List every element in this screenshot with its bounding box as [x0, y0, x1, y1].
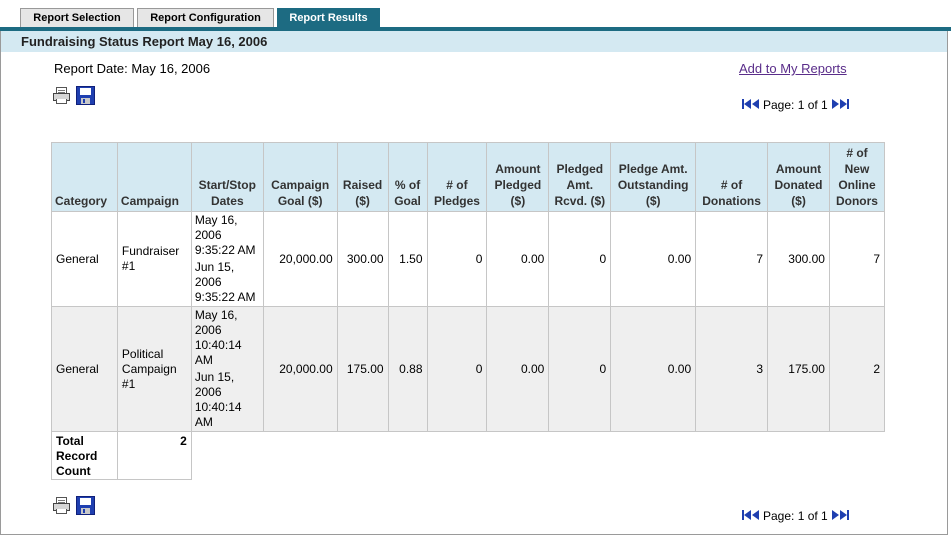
cell-goal: 20,000.00	[262, 211, 338, 307]
cell-campaign: Political Campaign #1	[116, 306, 192, 432]
col-header-outstanding[interactable]: Pledge Amt. Outstanding ($)	[610, 142, 697, 212]
report-table: Category Campaign Start/Stop Dates Campa…	[51, 142, 886, 480]
start-date: May 16, 2006 9:35:22 AM	[194, 213, 256, 257]
cell-dates: May 16, 2006 10:40:14 AM Jun 15, 2006 10…	[190, 306, 264, 432]
col-header-campaign[interactable]: Campaign	[116, 142, 192, 212]
total-row: Total Record Count 2	[51, 431, 885, 480]
tab-report-selection[interactable]: Report Selection	[20, 8, 134, 28]
first-page-icon[interactable]	[742, 98, 751, 110]
prev-page-icon[interactable]	[751, 509, 760, 521]
col-header-goal[interactable]: Campaign Goal ($)	[262, 142, 338, 212]
col-header-raised[interactable]: Raised ($)	[336, 142, 389, 212]
col-header-new-donors[interactable]: # of New Online Donors	[828, 142, 886, 212]
pager-bottom: Page: 1 of 1	[742, 509, 849, 523]
add-to-my-reports-link[interactable]: Add to My Reports	[739, 61, 847, 76]
cell-dates: May 16, 2006 9:35:22 AM Jun 15, 2006 9:3…	[190, 211, 264, 307]
next-page-icon[interactable]	[831, 98, 840, 110]
cell-raised: 300.00	[336, 211, 389, 307]
tab-report-results[interactable]: Report Results	[277, 8, 380, 28]
report-date: Report Date: May 16, 2006	[54, 61, 211, 76]
total-label: Total Record Count	[51, 431, 118, 480]
page-title: Fundraising Status Report May 16, 2006	[1, 31, 947, 52]
cell-rcvd: 0	[548, 306, 612, 432]
cell-donated: 300.00	[767, 211, 830, 307]
cell-campaign: Fundraiser #1	[116, 211, 192, 307]
page-indicator: Page: 1 of 1	[763, 98, 828, 112]
table-header-row: Category Campaign Start/Stop Dates Campa…	[51, 142, 886, 212]
col-header-pct-goal[interactable]: % of Goal	[387, 142, 428, 212]
print-icon[interactable]	[52, 496, 71, 515]
table-row: General Political Campaign #1 May 16, 20…	[51, 306, 886, 432]
stop-date: Jun 15, 2006 9:35:22 AM	[194, 260, 256, 304]
stop-date: Jun 15, 2006 10:40:14 AM	[194, 370, 242, 429]
cell-goal: 20,000.00	[262, 306, 338, 432]
cell-raised: 175.00	[336, 306, 389, 432]
page-indicator: Page: 1 of 1	[763, 509, 828, 523]
cell-pledged: 0.00	[486, 306, 550, 432]
col-header-pledges[interactable]: # of Pledges	[426, 142, 488, 212]
cell-outstanding: 0.00	[610, 306, 697, 432]
last-page-icon[interactable]	[839, 509, 849, 521]
save-icon[interactable]	[76, 86, 95, 105]
col-header-amount-pledged[interactable]: Amount Pledged ($)	[486, 142, 550, 212]
col-header-category[interactable]: Category	[51, 142, 118, 212]
cell-category: General	[51, 306, 118, 432]
cell-pledges: 0	[426, 306, 488, 432]
cell-donated: 175.00	[767, 306, 830, 432]
cell-new-donors: 7	[828, 211, 886, 307]
start-date: May 16, 2006 10:40:14 AM	[194, 308, 242, 367]
cell-category: General	[51, 211, 118, 307]
save-icon[interactable]	[76, 496, 95, 515]
cell-rcvd: 0	[548, 211, 612, 307]
cell-pct: 0.88	[387, 306, 428, 432]
prev-page-icon[interactable]	[751, 98, 760, 110]
next-page-icon[interactable]	[831, 509, 840, 521]
cell-donations: 3	[695, 306, 769, 432]
tab-bar: Report Selection Report Configuration Re…	[0, 0, 951, 28]
total-row-spacer	[191, 431, 885, 480]
cell-pledged: 0.00	[486, 211, 550, 307]
col-header-amount-donated[interactable]: Amount Donated ($)	[767, 142, 830, 212]
first-page-icon[interactable]	[742, 509, 751, 521]
total-value: 2	[116, 431, 192, 480]
cell-new-donors: 2	[828, 306, 886, 432]
cell-outstanding: 0.00	[610, 211, 697, 307]
table-row: General Fundraiser #1 May 16, 2006 9:35:…	[51, 211, 886, 307]
cell-pct: 1.50	[387, 211, 428, 307]
cell-donations: 7	[695, 211, 769, 307]
print-icon[interactable]	[52, 86, 71, 105]
tab-report-configuration[interactable]: Report Configuration	[137, 8, 274, 28]
col-header-donations[interactable]: # of Donations	[695, 142, 769, 212]
pager-top: Page: 1 of 1	[742, 98, 849, 112]
col-header-pledged-rcvd[interactable]: Pledged Amt. Rcvd. ($)	[548, 142, 612, 212]
last-page-icon[interactable]	[839, 98, 849, 110]
cell-pledges: 0	[426, 211, 488, 307]
col-header-dates[interactable]: Start/Stop Dates	[190, 142, 264, 212]
